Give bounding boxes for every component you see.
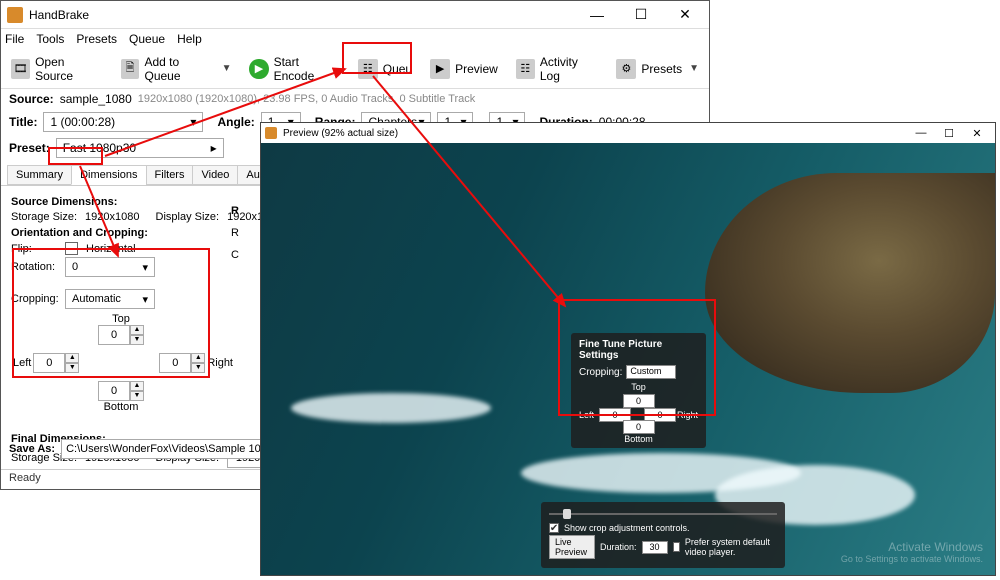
minimize-button[interactable]: — bbox=[579, 5, 615, 25]
crop-right-input[interactable]: ▲▼ bbox=[159, 353, 205, 373]
tab-video[interactable]: Video bbox=[192, 165, 238, 185]
menu-help[interactable]: Help bbox=[177, 32, 202, 46]
windows-watermark: Activate Windows Go to Settings to activ… bbox=[841, 540, 983, 565]
menu-bar: File Tools Presets Queue Help bbox=[1, 29, 709, 49]
presets-icon: ⚙ bbox=[616, 59, 636, 79]
flip-h-checkbox[interactable] bbox=[65, 242, 78, 255]
add-to-queue-button[interactable]: 🗎Add to Queue▼ bbox=[117, 53, 236, 85]
preview-close-button[interactable]: ✕ bbox=[963, 123, 991, 143]
window-title: HandBrake bbox=[29, 8, 579, 22]
source-meta: 1920x1080 (1920x1080), 23.98 FPS, 0 Audi… bbox=[138, 93, 476, 105]
tab-dimensions[interactable]: Dimensions bbox=[71, 165, 146, 185]
queue-button[interactable]: ☷Queu bbox=[354, 57, 416, 81]
play-icon: ▶ bbox=[249, 59, 268, 79]
start-encode-button[interactable]: ▶Start Encode bbox=[245, 53, 343, 85]
source-label: Source: bbox=[9, 92, 54, 106]
preview-button[interactable]: ▶Preview bbox=[426, 57, 502, 81]
preview-window: Preview (92% actual size) — ☐ ✕ Fine Tun… bbox=[260, 122, 996, 576]
handbrake-icon bbox=[7, 7, 23, 23]
film-icon: 🎞 bbox=[11, 59, 30, 79]
toolbar: 🎞Open Source 🗎Add to Queue▼ ▶Start Encod… bbox=[1, 49, 709, 89]
title-bar: HandBrake — ☐ ✕ bbox=[1, 1, 709, 29]
activity-log-button[interactable]: ☷Activity Log bbox=[512, 53, 603, 85]
fine-tune-panel: Fine Tune Picture Settings Cropping: Cus… bbox=[571, 333, 706, 448]
crop-left-input[interactable]: ▲▼ bbox=[33, 353, 79, 373]
maximize-button[interactable]: ☐ bbox=[623, 5, 659, 25]
presets-button[interactable]: ⚙Presets▼ bbox=[612, 57, 703, 81]
angle-label: Angle: bbox=[217, 115, 254, 129]
preview-titlebar: Preview (92% actual size) — ☐ ✕ bbox=[261, 123, 995, 143]
menu-queue[interactable]: Queue bbox=[129, 32, 165, 46]
show-crop-checkbox[interactable]: ✔ bbox=[549, 523, 559, 533]
preview-title: Preview (92% actual size) bbox=[283, 128, 907, 139]
menu-tools[interactable]: Tools bbox=[36, 32, 64, 46]
preview-image: Fine Tune Picture Settings Cropping: Cus… bbox=[261, 143, 995, 575]
preview-bottom-panel: ✔ Show crop adjustment controls. Live Pr… bbox=[541, 502, 785, 568]
chevron-down-icon: ▼ bbox=[222, 63, 232, 74]
pv-duration-input[interactable] bbox=[642, 541, 668, 554]
ft-top-input[interactable] bbox=[623, 394, 655, 408]
title-label: Title: bbox=[9, 115, 37, 129]
queue-icon: ☷ bbox=[358, 59, 378, 79]
open-source-button[interactable]: 🎞Open Source bbox=[7, 53, 107, 85]
add-queue-icon: 🗎 bbox=[121, 59, 140, 79]
preview-minimize-button[interactable]: — bbox=[907, 123, 935, 143]
ft-cropping-select[interactable]: Custom bbox=[626, 365, 676, 379]
menu-file[interactable]: File bbox=[5, 32, 24, 46]
crop-top-input[interactable]: ▲▼ bbox=[98, 325, 144, 345]
chevron-down-icon: ▼ bbox=[689, 63, 699, 74]
ft-bottom-input[interactable] bbox=[623, 420, 655, 434]
preview-slider[interactable] bbox=[549, 513, 777, 515]
preview-icon: ▶ bbox=[430, 59, 450, 79]
rotation-select[interactable]: 0▾ bbox=[65, 257, 155, 277]
tab-summary[interactable]: Summary bbox=[7, 165, 72, 185]
close-button[interactable]: ✕ bbox=[667, 5, 703, 25]
menu-presets[interactable]: Presets bbox=[76, 32, 117, 46]
preset-select[interactable]: Fast 1080p30▸ bbox=[56, 138, 224, 158]
preview-maximize-button[interactable]: ☐ bbox=[935, 123, 963, 143]
crop-grid: Top ▲▼ Left ▲▼ ▲▼ Right ▲▼ Bottom bbox=[31, 313, 211, 413]
source-name: sample_1080 bbox=[60, 92, 132, 106]
title-select[interactable]: 1 (00:00:28)▾ bbox=[43, 112, 203, 132]
prefer-player-checkbox[interactable] bbox=[673, 542, 680, 552]
handbrake-icon bbox=[265, 127, 277, 139]
cropping-mode-select[interactable]: Automatic▾ bbox=[65, 289, 155, 309]
tab-filters[interactable]: Filters bbox=[146, 165, 194, 185]
preset-label: Preset: bbox=[9, 141, 50, 155]
crop-bottom-input[interactable]: ▲▼ bbox=[98, 381, 144, 401]
live-preview-button[interactable]: Live Preview bbox=[549, 535, 595, 559]
rock-shape bbox=[705, 173, 995, 393]
activity-icon: ☷ bbox=[516, 59, 535, 79]
